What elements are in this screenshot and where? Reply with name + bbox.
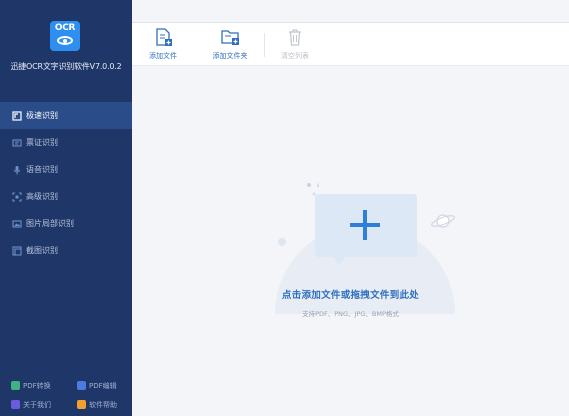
screenshot-icon — [12, 245, 22, 256]
speed-scan-icon — [12, 110, 22, 121]
add-folder-label: 添加文件夹 — [212, 52, 248, 60]
eye-icon — [57, 36, 73, 45]
sidebar-item-image-crop[interactable]: 图片局部识别 — [0, 210, 132, 237]
sidebar-item-advanced[interactable]: 高级识别 — [0, 183, 132, 210]
trash-icon — [289, 29, 301, 46]
add-file-label: 添加文件 — [149, 52, 177, 60]
sidebar-item-ticket[interactable]: 票证识别 — [0, 129, 132, 156]
about-icon — [11, 400, 20, 409]
about-link[interactable]: 关于我们 — [0, 400, 66, 410]
pdf-edit-icon — [77, 381, 86, 390]
footer-label: PDF编辑 — [89, 381, 117, 390]
pdf-convert-link[interactable]: PDF转换 — [0, 381, 66, 391]
add-file-icon — [156, 28, 172, 46]
logo-text: OCR — [54, 23, 76, 33]
clear-list-button[interactable]: 清空列表 — [269, 27, 321, 63]
sidebar-item-label: 语音识别 — [26, 165, 58, 174]
pdf-edit-link[interactable]: PDF编辑 — [66, 381, 132, 391]
dropzone-card[interactable] — [315, 194, 417, 265]
sidebar-item-voice[interactable]: 语音识别 — [0, 156, 132, 183]
sidebar-footer: PDF转换 PDF编辑 关于我们 软件帮助 — [0, 376, 132, 414]
decorative-bubble — [278, 238, 286, 246]
app-logo: OCR — [50, 21, 80, 51]
toolbar: 添加文件 添加文件夹 清空列表 — [132, 22, 569, 66]
sidebar-item-label: 截图识别 — [26, 246, 58, 255]
advanced-scan-icon — [12, 191, 22, 202]
footer-label: 软件帮助 — [89, 400, 117, 409]
add-folder-icon — [221, 30, 239, 45]
sidebar-item-label: 图片局部识别 — [26, 219, 74, 228]
help-icon — [77, 400, 86, 409]
ticket-icon — [12, 138, 22, 148]
sidebar-item-screenshot[interactable]: 截图识别 — [0, 237, 132, 264]
dropzone-hint: 支持PDF、PNG、JPG、BMP格式 — [302, 310, 399, 318]
add-file-button[interactable]: 添加文件 — [137, 27, 189, 63]
plus-icon — [350, 210, 380, 240]
footer-label: 关于我们 — [23, 400, 51, 409]
add-folder-button[interactable]: 添加文件夹 — [204, 27, 256, 63]
planet-icon — [431, 214, 455, 228]
footer-label: PDF转换 — [23, 381, 51, 390]
dropzone-title[interactable]: 点击添加文件或拖拽文件到此处 — [132, 287, 569, 301]
file-workspace[interactable]: 点击添加文件或拖拽文件到此处 支持PDF、PNG、JPG、BMP格式 — [132, 66, 569, 416]
sidebar-item-speed-scan[interactable]: 极速识别 — [0, 102, 132, 129]
clear-list-label: 清空列表 — [281, 52, 309, 60]
pdf-convert-icon — [11, 381, 20, 390]
microphone-icon — [12, 165, 22, 175]
app-title: 迅捷OCR文字识别软件V7.0.0.2 — [10, 62, 122, 71]
toolbar-divider — [264, 33, 265, 57]
sidebar-nav: 极速识别 票证识别 语音识别 高级识别 图片局部识别 截图识别 — [0, 102, 132, 264]
sidebar: OCR 迅捷OCR文字识别软件V7.0.0.2 极速识别 票证识别 语音识别 高… — [0, 0, 132, 416]
help-link[interactable]: 软件帮助 — [66, 400, 132, 410]
sidebar-item-label: 高级识别 — [26, 192, 58, 201]
sidebar-item-label: 票证识别 — [26, 138, 58, 147]
sidebar-item-label: 极速识别 — [26, 111, 58, 120]
image-crop-icon — [12, 219, 22, 229]
